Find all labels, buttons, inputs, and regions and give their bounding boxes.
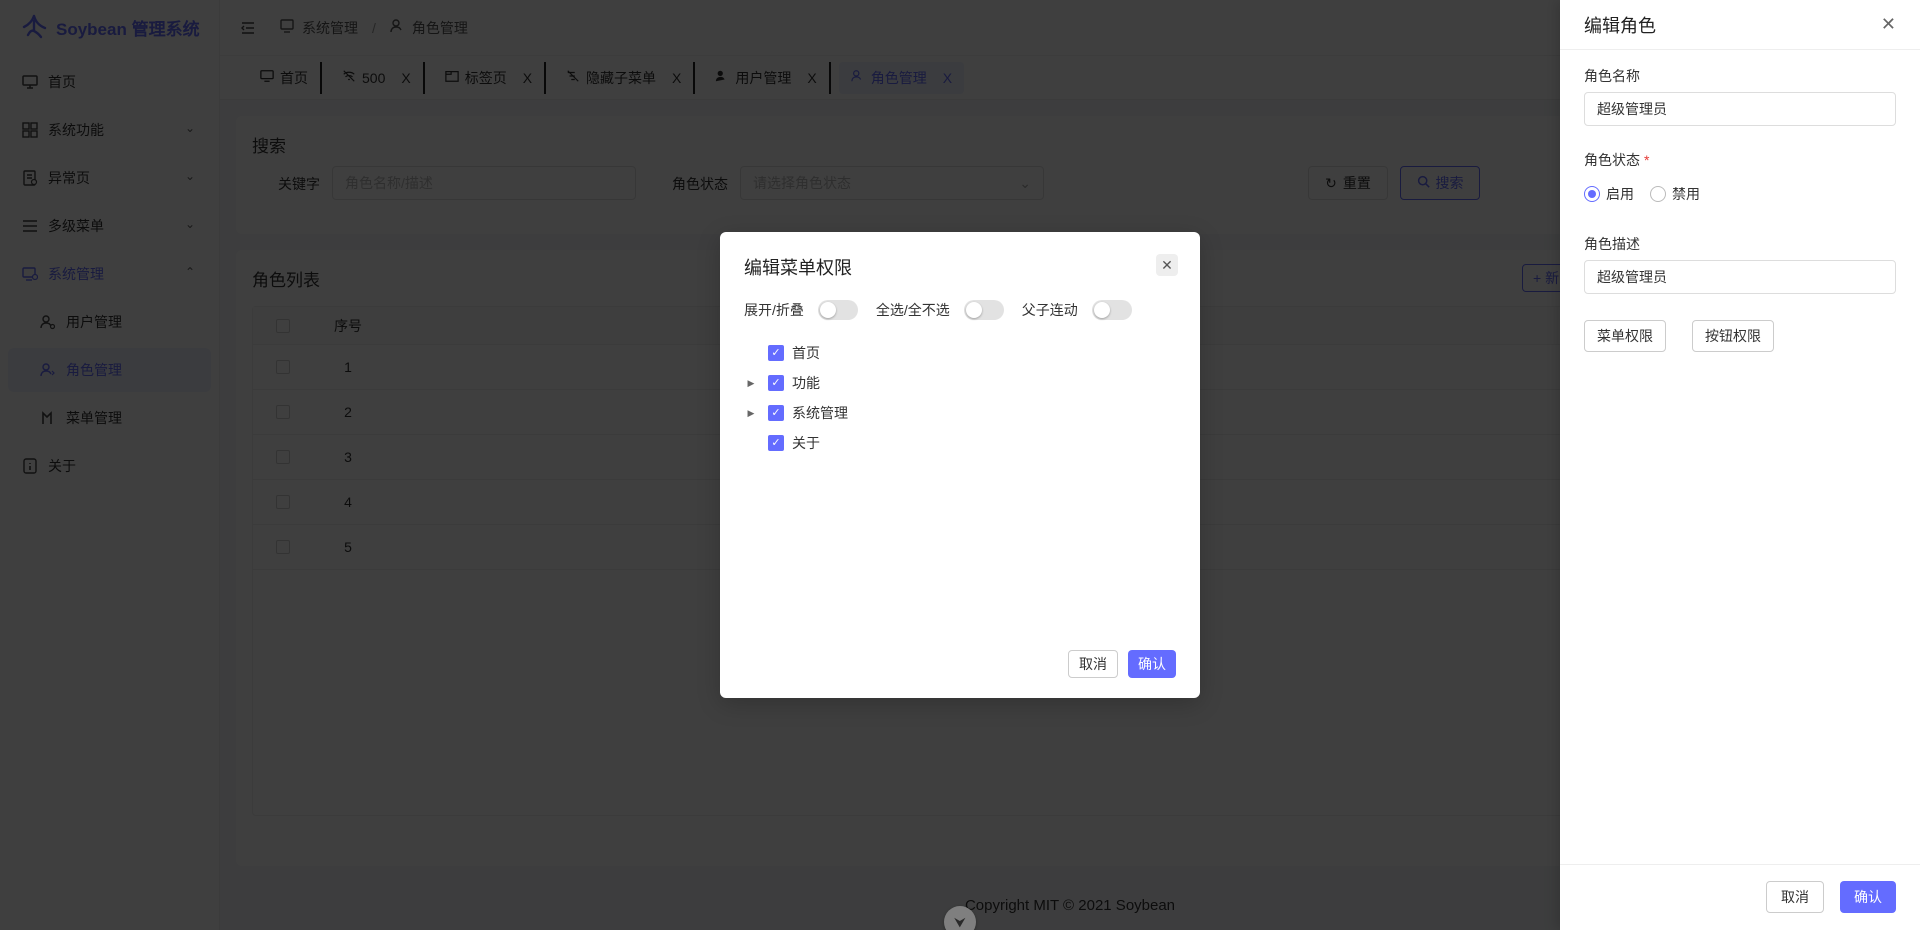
button-permission-button[interactable]: 按钮权限	[1692, 320, 1774, 352]
checkbox-checked-icon[interactable]: ✓	[768, 375, 784, 391]
modal-confirm-button[interactable]: 确认	[1128, 650, 1176, 678]
switch-label: 展开/折叠	[744, 302, 804, 318]
tree-node[interactable]: ▶ ✓ 系统管理	[744, 398, 848, 428]
role-desc-input[interactable]: 超级管理员	[1584, 260, 1896, 294]
drawer-cancel-button[interactable]: 取消	[1766, 881, 1824, 913]
tree-node[interactable]: ✓ 关于	[744, 428, 848, 458]
role-status-label: 角色状态 *	[1584, 150, 1649, 170]
expand-collapse-switch[interactable]	[817, 300, 858, 320]
drawer-header: 编辑角色 ✕	[1560, 0, 1920, 50]
tree-node-label: 功能	[792, 375, 820, 391]
checkbox-checked-icon[interactable]: ✓	[768, 405, 784, 421]
tree-node[interactable]: ✓ 首页	[744, 338, 848, 368]
tree-node-label: 首页	[792, 345, 820, 361]
tree-node-label: 系统管理	[792, 405, 848, 421]
drawer-confirm-button[interactable]: 确认	[1840, 881, 1896, 913]
edit-role-drawer: 编辑角色 ✕ 角色名称 超级管理员 角色状态 * 启用 禁用 角色描述 超级管理员…	[1560, 0, 1920, 930]
switch-label: 全选/全不选	[875, 302, 950, 318]
switch-label: 父子连动	[1021, 302, 1078, 318]
required-mark: *	[1644, 152, 1650, 168]
modal-switch-row: 展开/折叠 全选/全不选 父子连动	[744, 300, 1150, 320]
drawer-title: 编辑角色	[1584, 15, 1656, 36]
role-status-radio-group: 启用 禁用	[1584, 184, 1700, 204]
caret-right-icon[interactable]: ▶	[744, 378, 758, 389]
select-all-switch[interactable]	[963, 300, 1004, 320]
tree-node[interactable]: ▶ ✓ 功能	[744, 368, 848, 398]
role-name-input[interactable]: 超级管理员	[1584, 92, 1896, 126]
radio-label: 禁用	[1672, 186, 1700, 202]
status-radio-enabled[interactable]	[1584, 186, 1600, 202]
role-name-label: 角色名称	[1584, 68, 1640, 84]
modal-title: 编辑菜单权限	[744, 258, 852, 278]
cascade-switch[interactable]	[1091, 300, 1132, 320]
caret-right-icon[interactable]: ▶	[744, 408, 758, 419]
radio-label: 启用	[1606, 186, 1634, 202]
checkbox-checked-icon[interactable]: ✓	[768, 435, 784, 451]
checkbox-checked-icon[interactable]: ✓	[768, 345, 784, 361]
close-icon[interactable]: ✕	[1156, 254, 1178, 276]
modal-cancel-button[interactable]: 取消	[1068, 650, 1118, 678]
menu-permission-modal: 编辑菜单权限 ✕ 展开/折叠 全选/全不选 父子连动 ✓ 首页 ▶ ✓ 功能 ▶…	[720, 232, 1200, 698]
menu-tree: ✓ 首页 ▶ ✓ 功能 ▶ ✓ 系统管理 ✓ 关于	[744, 338, 848, 458]
close-icon[interactable]: ✕	[1881, 14, 1896, 35]
role-desc-label: 角色描述	[1584, 236, 1640, 252]
menu-permission-button[interactable]: 菜单权限	[1584, 320, 1666, 352]
role-status-label-text: 角色状态	[1584, 152, 1640, 168]
tree-node-label: 关于	[792, 435, 820, 451]
drawer-footer: 取消 确认	[1560, 864, 1920, 930]
status-radio-disabled[interactable]	[1650, 186, 1666, 202]
